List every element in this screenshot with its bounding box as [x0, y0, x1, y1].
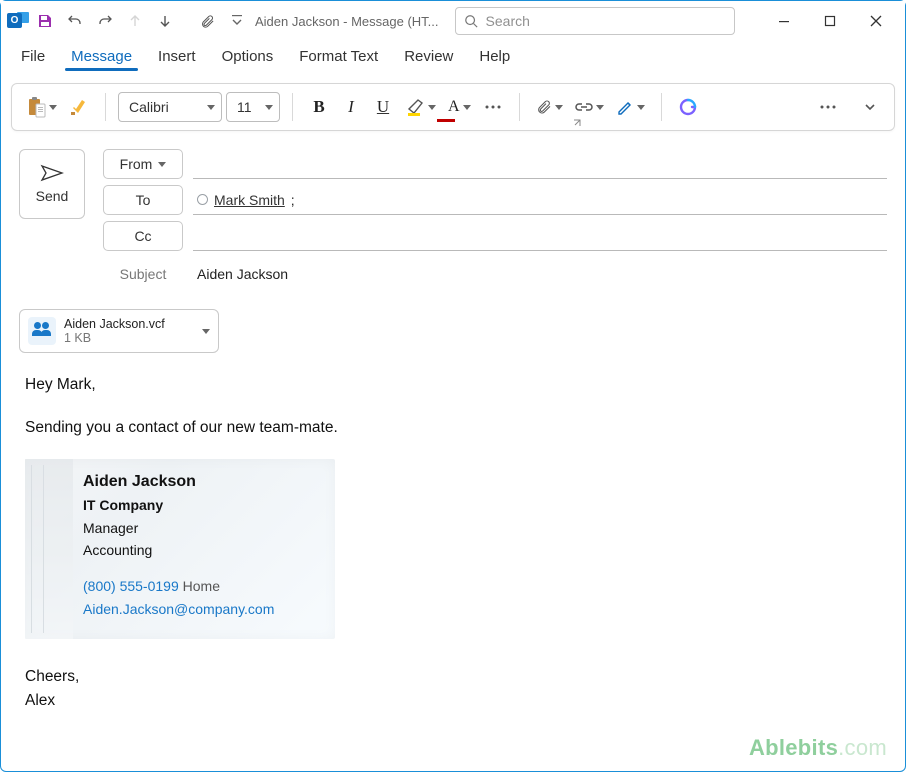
window-title: Aiden Jackson - Message (HT... — [255, 14, 439, 29]
signature-button[interactable] — [612, 91, 649, 123]
undo-button[interactable] — [61, 7, 89, 35]
font-size-select[interactable]: 11 — [226, 92, 280, 122]
cc-label: Cc — [134, 228, 151, 244]
attachment-menu-button[interactable] — [202, 329, 210, 334]
menu-message[interactable]: Message — [69, 42, 134, 75]
ribbon-collapse-button[interactable] — [856, 91, 884, 123]
window-controls — [761, 3, 899, 39]
loop-components-button[interactable] — [674, 91, 702, 123]
contact-card-icon — [28, 317, 56, 345]
cc-button[interactable]: Cc — [103, 221, 183, 251]
body-closing2: Alex — [25, 689, 881, 714]
send-icon — [40, 164, 64, 182]
maximize-button[interactable] — [807, 3, 853, 39]
card-role: Manager — [83, 520, 138, 536]
attachment-name: Aiden Jackson.vcf — [64, 317, 165, 331]
font-name-select[interactable]: Calibri — [118, 92, 222, 122]
attach-menu-button[interactable] — [532, 91, 567, 123]
font-color-button[interactable]: A — [444, 91, 475, 123]
ribbon-overflow-button[interactable] — [814, 91, 842, 123]
search-placeholder: Search — [486, 13, 530, 29]
body-line1: Sending you a contact of our new team-ma… — [25, 416, 881, 441]
menu-review[interactable]: Review — [402, 42, 455, 75]
font-group-more-button[interactable] — [479, 91, 507, 123]
watermark: Ablebits.com — [749, 735, 887, 761]
from-button[interactable]: From — [103, 149, 183, 179]
outlook-logo-icon: O — [7, 10, 29, 32]
font-name-value: Calibri — [129, 99, 169, 115]
search-icon — [464, 14, 478, 28]
paste-button[interactable] — [22, 91, 61, 123]
search-input[interactable]: Search — [455, 7, 735, 35]
from-label: From — [120, 156, 153, 172]
close-button[interactable] — [853, 3, 899, 39]
format-painter-button[interactable] — [65, 91, 93, 123]
qat-customize-button[interactable] — [223, 7, 251, 35]
menu-help[interactable]: Help — [477, 42, 512, 75]
message-body[interactable]: Hey Mark, Sending you a contact of our n… — [19, 353, 887, 724]
presence-unknown-icon — [197, 194, 208, 205]
bold-button[interactable]: B — [305, 91, 333, 123]
attachment-chip[interactable]: Aiden Jackson.vcf 1 KB — [19, 309, 219, 353]
from-field[interactable] — [193, 149, 887, 179]
card-name: Aiden Jackson — [83, 473, 196, 490]
body-closing1: Cheers, — [25, 665, 881, 690]
to-field[interactable]: Mark Smith; — [193, 185, 887, 215]
cc-field[interactable] — [193, 221, 887, 251]
chevron-down-icon — [158, 162, 166, 167]
prev-item-button — [121, 7, 149, 35]
menu-file[interactable]: File — [19, 42, 47, 75]
business-card[interactable]: Aiden Jackson IT Company Manager Account… — [25, 459, 335, 639]
ribbon-toolbar: Calibri 11 B I U A — [11, 83, 895, 131]
to-button[interactable]: To — [103, 185, 183, 215]
dialog-launcher-icon[interactable] — [572, 118, 582, 128]
subject-value: Aiden Jackson — [197, 266, 288, 282]
watermark-brand: Ablebits — [749, 735, 838, 760]
font-size-value: 11 — [237, 99, 252, 115]
menu-bar: File Message Insert Options Format Text … — [1, 41, 905, 75]
card-company: IT Company — [83, 497, 163, 513]
menu-options[interactable]: Options — [220, 42, 276, 75]
card-graphic — [25, 459, 73, 639]
card-phone[interactable]: (800) 555-0199 — [83, 578, 179, 594]
body-greeting: Hey Mark, — [25, 373, 881, 398]
italic-button[interactable]: I — [337, 91, 365, 123]
subject-label: Subject — [103, 266, 183, 282]
highlight-button[interactable] — [401, 91, 440, 123]
watermark-suffix: .com — [838, 735, 887, 760]
card-phone-label: Home — [183, 578, 220, 594]
to-label: To — [136, 192, 151, 208]
title-bar: O Aiden Jackson - Message (HT... Search — [1, 1, 905, 41]
subject-field[interactable]: Aiden Jackson — [193, 259, 887, 289]
menu-format-text[interactable]: Format Text — [297, 42, 380, 75]
menu-insert[interactable]: Insert — [156, 42, 198, 75]
underline-button[interactable]: U — [369, 91, 397, 123]
next-item-button[interactable] — [151, 7, 179, 35]
compose-pane: Send From To Mark Smith; — [1, 131, 905, 724]
send-label: Send — [36, 188, 69, 204]
minimize-button[interactable] — [761, 3, 807, 39]
save-button[interactable] — [31, 7, 59, 35]
card-email[interactable]: Aiden.Jackson@company.com — [83, 601, 274, 617]
attach-file-button[interactable] — [193, 7, 221, 35]
attachment-size: 1 KB — [64, 331, 165, 345]
to-recipient[interactable]: Mark Smith — [214, 192, 285, 208]
card-dept: Accounting — [83, 542, 152, 558]
redo-button[interactable] — [91, 7, 119, 35]
send-button[interactable]: Send — [19, 149, 85, 219]
